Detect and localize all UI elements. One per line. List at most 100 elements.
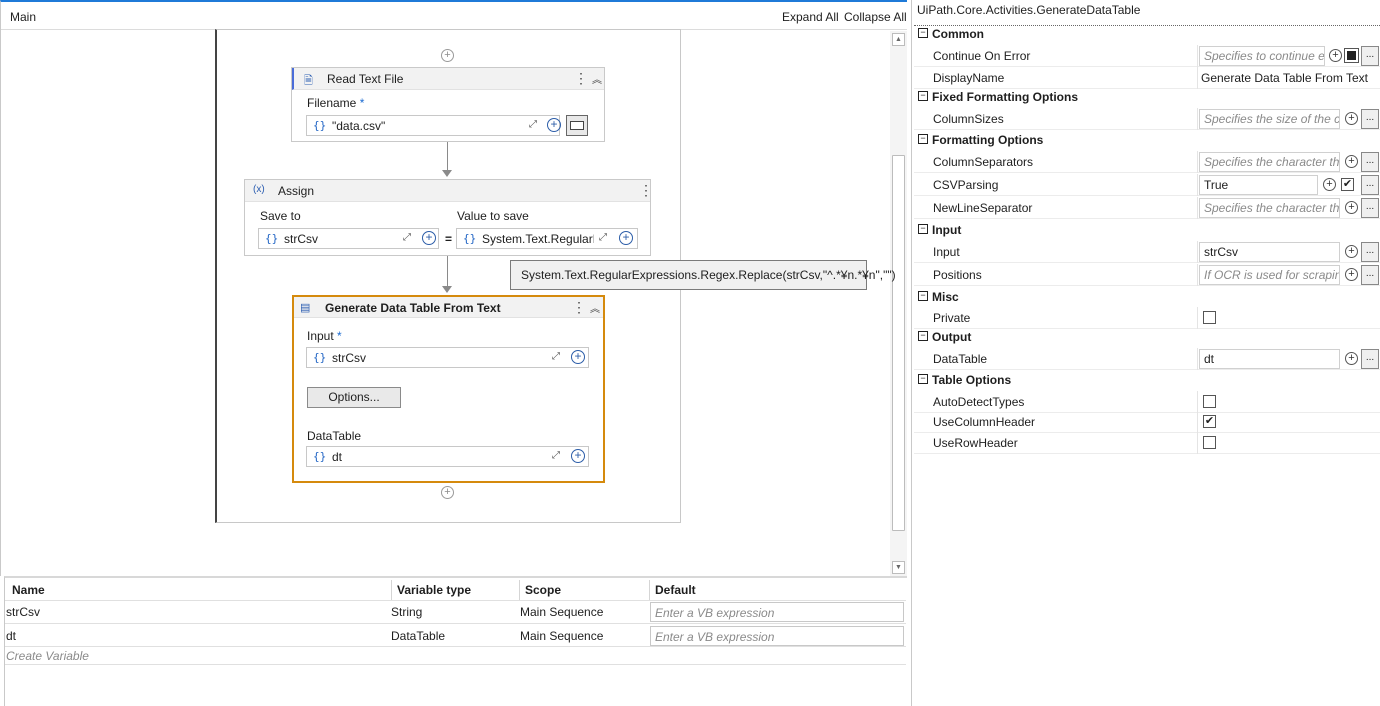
property-column-separators[interactable]: ColumnSeparators Specifies the character…	[914, 151, 1380, 173]
expand-icon[interactable]: ⤢	[529, 119, 537, 130]
more-button[interactable]: ...	[1361, 152, 1379, 172]
more-menu-icon[interactable]: ⋮	[574, 70, 588, 87]
activity-header[interactable]: (x) Assign ⋮	[245, 180, 653, 202]
column-sizes-input[interactable]: Specifies the size of the cc	[1199, 109, 1340, 129]
private-checkbox[interactable]	[1203, 311, 1216, 324]
more-button[interactable]: ...	[1361, 109, 1379, 129]
add-icon[interactable]: +	[547, 118, 561, 132]
activity-header[interactable]: ▤ Generate Data Table From Text ⋮ ︽	[294, 297, 603, 318]
variable-type[interactable]: DataTable	[391, 629, 445, 643]
category-misc[interactable]: − Misc	[914, 288, 1380, 308]
input-property-input[interactable]: strCsv	[1199, 242, 1340, 262]
category-common[interactable]: − Common	[914, 25, 1380, 45]
category-table-options[interactable]: − Table Options	[914, 371, 1380, 391]
column-header-scope[interactable]: Scope	[525, 583, 561, 597]
property-auto-detect-types[interactable]: AutoDetectTypes	[914, 391, 1380, 413]
variable-scope[interactable]: Main Sequence	[520, 629, 603, 643]
use-row-header-checkbox[interactable]	[1203, 436, 1216, 449]
property-csv-parsing[interactable]: CSVParsing True + ✔ ...	[914, 174, 1380, 196]
read-text-file-activity[interactable]: 🗎 Read Text File ⋮ ︽ Filename * {} "data…	[291, 67, 605, 142]
more-button[interactable]: ...	[1361, 46, 1379, 66]
add-icon[interactable]: +	[1345, 155, 1358, 168]
input-field[interactable]: {} strCsv ⤢ +	[306, 347, 589, 368]
collapse-category-icon[interactable]: −	[918, 28, 928, 38]
property-use-row-header[interactable]: UseRowHeader	[914, 432, 1380, 454]
property-newline-separator[interactable]: NewLineSeparator Specifies the character…	[914, 197, 1380, 219]
add-icon[interactable]: +	[571, 449, 585, 463]
variable-scope[interactable]: Main Sequence	[520, 605, 603, 619]
more-button[interactable]: ...	[1361, 265, 1379, 285]
expand-icon[interactable]: ⤢	[552, 351, 560, 362]
default-value-input[interactable]: Enter a VB expression	[650, 602, 904, 622]
use-column-header-checkbox[interactable]: ✔	[1203, 415, 1216, 428]
add-icon[interactable]: +	[619, 231, 633, 245]
more-button[interactable]: ...	[1361, 198, 1379, 218]
more-button[interactable]: ...	[1361, 175, 1379, 195]
collapse-category-icon[interactable]: −	[918, 91, 928, 101]
column-header-default[interactable]: Default	[655, 583, 696, 597]
options-button[interactable]: Options...	[307, 387, 401, 408]
category-fixed-formatting[interactable]: − Fixed Formatting Options	[914, 88, 1380, 108]
add-icon[interactable]: +	[1323, 178, 1336, 191]
more-button[interactable]: ...	[1361, 349, 1379, 369]
csv-parsing-input[interactable]: True	[1199, 175, 1318, 195]
property-column-sizes[interactable]: ColumnSizes Specifies the size of the cc…	[914, 108, 1380, 130]
positions-input[interactable]: If OCR is used for scraping	[1199, 265, 1340, 285]
variable-name[interactable]: strCsv	[6, 605, 40, 619]
property-use-column-header[interactable]: UseColumnHeader ✔	[914, 411, 1380, 433]
add-icon[interactable]: +	[571, 350, 585, 364]
collapse-all-button[interactable]: Collapse All	[844, 10, 907, 24]
csv-parsing-checkbox[interactable]: ✔	[1341, 178, 1354, 191]
add-activity-icon[interactable]: +	[441, 486, 454, 499]
value-to-save-field[interactable]: {} System.Text.RegularEx ⤢ +	[456, 228, 638, 249]
expand-icon[interactable]: ⤢	[403, 232, 411, 243]
scroll-up-icon[interactable]: ▲	[892, 33, 905, 46]
property-continue-on-error[interactable]: Continue On Error Specifies to continue …	[914, 45, 1380, 67]
assign-activity[interactable]: (x) Assign ⋮ Save to Value to save {} st…	[244, 179, 653, 256]
collapse-category-icon[interactable]: −	[918, 331, 928, 341]
expand-all-button[interactable]: Expand All	[782, 10, 839, 24]
collapse-icon[interactable]: ︽	[590, 300, 600, 315]
collapse-category-icon[interactable]: −	[918, 134, 928, 144]
expand-icon[interactable]: ⤢	[552, 450, 560, 461]
add-icon[interactable]: +	[422, 231, 436, 245]
activity-header[interactable]: 🗎 Read Text File ⋮ ︽	[292, 68, 604, 90]
display-name-value[interactable]: Generate Data Table From Text	[1201, 71, 1368, 85]
more-menu-icon[interactable]: ⋮	[639, 182, 653, 199]
breadcrumb[interactable]: Main	[10, 10, 36, 24]
property-private[interactable]: Private	[914, 307, 1380, 329]
column-header-type[interactable]: Variable type	[397, 583, 471, 597]
add-icon[interactable]: +	[1345, 201, 1358, 214]
expand-icon[interactable]: ⤢	[599, 232, 607, 243]
datatable-field[interactable]: {} dt ⤢ +	[306, 446, 589, 467]
newline-separator-input[interactable]: Specifies the character tha	[1199, 198, 1340, 218]
continue-on-error-input[interactable]: Specifies to continue e	[1199, 46, 1325, 66]
scroll-thumb[interactable]	[892, 155, 905, 531]
more-button[interactable]: ...	[1361, 242, 1379, 262]
property-positions[interactable]: Positions If OCR is used for scraping + …	[914, 264, 1380, 286]
scroll-down-icon[interactable]: ▼	[892, 561, 905, 574]
filename-field[interactable]: {} "data.csv" ⤢ +	[306, 115, 561, 136]
property-display-name[interactable]: DisplayName Generate Data Table From Tex…	[914, 67, 1380, 89]
auto-detect-types-checkbox[interactable]	[1203, 395, 1216, 408]
add-icon[interactable]: +	[1345, 268, 1358, 281]
save-to-field[interactable]: {} strCsv ⤢ +	[258, 228, 439, 249]
property-input[interactable]: Input strCsv + ...	[914, 241, 1380, 263]
add-activity-icon[interactable]: +	[441, 49, 454, 62]
add-icon[interactable]: +	[1345, 245, 1358, 258]
add-icon[interactable]: +	[1329, 49, 1342, 62]
variable-type[interactable]: String	[391, 605, 422, 619]
more-menu-icon[interactable]: ⋮	[572, 299, 586, 316]
property-datatable[interactable]: DataTable dt + ...	[914, 348, 1380, 370]
category-output[interactable]: − Output	[914, 328, 1380, 348]
collapse-icon[interactable]: ︽	[592, 71, 602, 86]
create-variable-row[interactable]: Create Variable	[6, 649, 89, 663]
collapse-category-icon[interactable]: −	[918, 374, 928, 384]
datatable-property-input[interactable]: dt	[1199, 349, 1340, 369]
continue-on-error-checkbox[interactable]	[1344, 48, 1359, 63]
collapse-category-icon[interactable]: −	[918, 291, 928, 301]
variable-name[interactable]: dt	[6, 629, 16, 643]
column-header-name[interactable]: Name	[12, 583, 45, 597]
add-icon[interactable]: +	[1345, 112, 1358, 125]
designer-scrollbar[interactable]: ▲ ▼	[890, 31, 907, 577]
